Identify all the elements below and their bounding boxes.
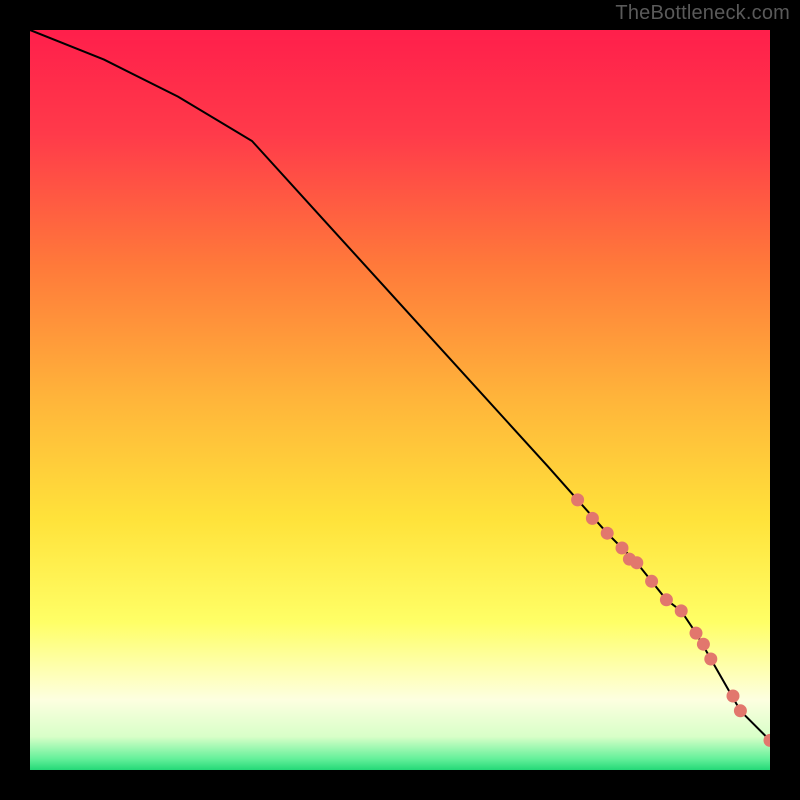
- data-marker: [660, 593, 673, 606]
- data-marker: [630, 556, 643, 569]
- data-marker: [704, 653, 717, 666]
- data-marker: [571, 493, 584, 506]
- data-marker: [697, 638, 710, 651]
- data-marker: [734, 704, 747, 717]
- chart-svg: [30, 30, 770, 770]
- data-marker: [586, 512, 599, 525]
- data-marker: [727, 690, 740, 703]
- attribution-label: TheBottleneck.com: [615, 2, 790, 25]
- data-marker: [601, 527, 614, 540]
- data-marker: [690, 627, 703, 640]
- data-marker: [645, 575, 658, 588]
- gradient-background: [30, 30, 770, 770]
- data-marker: [675, 604, 688, 617]
- data-marker: [616, 542, 629, 555]
- plot-area: [30, 30, 770, 770]
- chart-stage: TheBottleneck.com: [0, 0, 800, 800]
